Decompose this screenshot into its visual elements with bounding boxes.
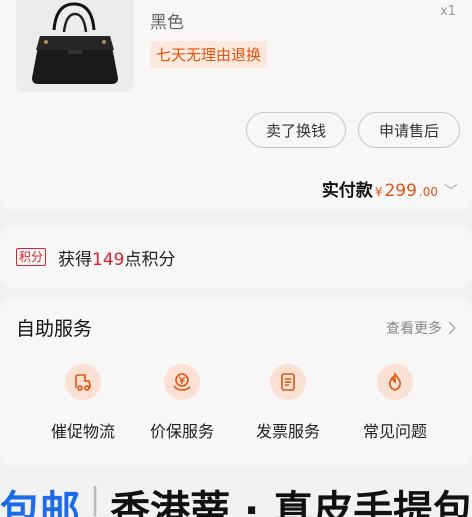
product-thumbnail[interactable]: [16, 0, 134, 92]
handbag-image: [16, 0, 134, 92]
paid-label: 实付款: [321, 181, 373, 201]
free-shipping-text: 包邮: [0, 488, 80, 517]
service-invoice[interactable]: 发票服务: [238, 364, 338, 442]
faq-icon: [377, 364, 413, 400]
points-text: 获得149点积分: [58, 245, 175, 270]
paid-amount-decimal: .00: [418, 185, 438, 199]
view-more-label: 查看更多: [386, 321, 442, 337]
points-suffix: 点积分: [124, 249, 176, 270]
paid-amount-integer: 299: [384, 181, 417, 201]
service-urge-logistics[interactable]: 催促物流: [33, 364, 133, 442]
service-label: 催促物流: [50, 422, 115, 441]
after-sale-button[interactable]: 申请售后: [358, 112, 460, 148]
banner-product-text: 香港蒂 · 真皮手提包: [110, 488, 472, 517]
points-number: 149: [92, 249, 125, 270]
return-policy-tag: 七天无理由退换: [150, 41, 268, 68]
points-badge-icon: 积分: [16, 248, 47, 266]
order-item-card: 黑色 x1 七天无理由退换 卖了换钱 申请售后 实付款 ¥ 299 .00 ﹀: [0, 0, 472, 211]
chevron-down-icon: ﹀: [444, 184, 458, 200]
banner-separator: |: [90, 482, 101, 517]
service-label: 价保服务: [149, 422, 214, 441]
invoice-icon: [270, 364, 306, 400]
chevron-right-icon: [448, 321, 456, 335]
self-service-card: 自助服务 查看更多 催促物流 价保服务 发票服务 常见问题: [0, 298, 472, 466]
points-prefix: 获得: [58, 249, 93, 270]
product-variant: 黑色: [150, 13, 184, 33]
promo-banner[interactable]: 包邮 | 香港蒂 · 真皮手提包: [0, 478, 472, 517]
currency-symbol: ¥: [374, 185, 383, 199]
service-faq[interactable]: 常见问题: [345, 364, 445, 442]
points-card: 积分 获得149点积分: [0, 226, 472, 288]
logistics-icon: [65, 364, 101, 400]
product-quantity: x1: [440, 4, 456, 19]
self-service-title: 自助服务: [16, 318, 93, 340]
service-label: 发票服务: [255, 422, 320, 441]
service-price-protect[interactable]: 价保服务: [132, 364, 232, 442]
sell-button[interactable]: 卖了换钱: [246, 112, 346, 148]
service-label: 常见问题: [362, 422, 427, 441]
price-protect-icon: [164, 364, 200, 400]
paid-amount-row[interactable]: 实付款 ¥ 299 .00 ﹀: [322, 176, 458, 201]
view-more-link[interactable]: 查看更多: [386, 318, 456, 338]
